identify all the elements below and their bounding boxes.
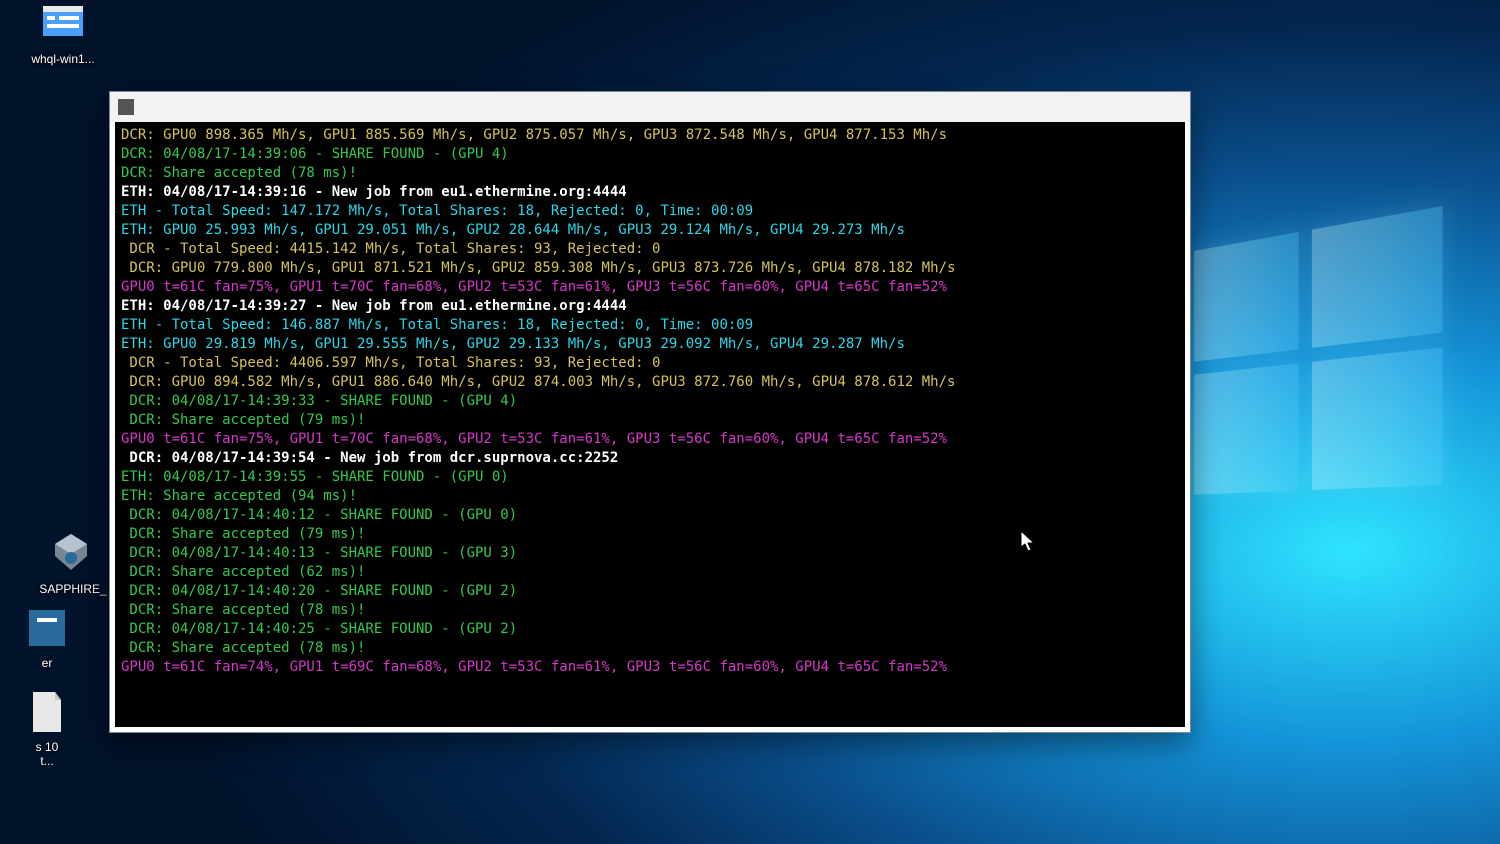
log-line: DCR: 04/08/17-14:40:20 - SHARE FOUND - (…	[121, 582, 1179, 601]
log-line: DCR: Share accepted (78 ms)!	[121, 601, 1179, 620]
log-line: DCR: GPU0 898.365 Mh/s, GPU1 885.569 Mh/…	[121, 126, 1179, 145]
s10-icon	[23, 688, 71, 736]
log-line: DCR: GPU0 894.582 Mh/s, GPU1 886.640 Mh/…	[121, 373, 1179, 392]
desktop-icon-label: SAPPHIRE_	[32, 582, 114, 596]
mouse-cursor-icon	[1020, 530, 1036, 554]
terminal-titlebar[interactable]	[110, 92, 1190, 122]
log-line: GPU0 t=61C fan=74%, GPU1 t=69C fan=68%, …	[121, 658, 1179, 677]
log-line: DCR - Total Speed: 4406.597 Mh/s, Total …	[121, 354, 1179, 373]
terminal-window[interactable]: DCR: GPU0 898.365 Mh/s, GPU1 885.569 Mh/…	[109, 91, 1191, 733]
windows-desktop[interactable]: whql-win1... SAPPHIRE_er s 10 t... DCR: GP…	[0, 0, 1500, 844]
log-line: DCR: 04/08/17-14:40:12 - SHARE FOUND - (…	[121, 506, 1179, 525]
log-line: ETH - Total Speed: 147.172 Mh/s, Total S…	[121, 202, 1179, 221]
log-line: ETH - Total Speed: 146.887 Mh/s, Total S…	[121, 316, 1179, 335]
log-line: DCR: 04/08/17-14:39:54 - New job from dc…	[121, 449, 1179, 468]
terminal-body[interactable]: DCR: GPU0 898.365 Mh/s, GPU1 885.569 Mh/…	[115, 122, 1185, 727]
log-line: ETH: GPU0 25.993 Mh/s, GPU1 29.051 Mh/s,…	[121, 221, 1179, 240]
log-line: DCR: Share accepted (62 ms)!	[121, 563, 1179, 582]
sapphire-icon	[49, 530, 97, 578]
log-line: DCR: Share accepted (79 ms)!	[121, 411, 1179, 430]
desktop-icon-sapphire[interactable]: SAPPHIRE_	[32, 530, 114, 596]
log-line: DCR: 04/08/17-14:39:33 - SHARE FOUND - (…	[121, 392, 1179, 411]
log-line: DCR: GPU0 779.800 Mh/s, GPU1 871.521 Mh/…	[121, 259, 1179, 278]
log-line: GPU0 t=61C fan=75%, GPU1 t=70C fan=68%, …	[121, 278, 1179, 297]
log-line: ETH: Share accepted (94 ms)!	[121, 487, 1179, 506]
log-line: ETH: 04/08/17-14:39:16 - New job from eu…	[121, 183, 1179, 202]
log-line: ETH: 04/08/17-14:39:55 - SHARE FOUND - (…	[121, 468, 1179, 487]
log-line: ETH: 04/08/17-14:39:27 - New job from eu…	[121, 297, 1179, 316]
desktop-icon-label: whql-win1...	[22, 52, 104, 66]
terminal-log: DCR: GPU0 898.365 Mh/s, GPU1 885.569 Mh/…	[121, 126, 1179, 677]
er-icon	[23, 604, 71, 652]
log-line: DCR: 04/08/17-14:40:25 - SHARE FOUND - (…	[121, 620, 1179, 639]
desktop-icon-label: s 10 t...	[6, 740, 88, 768]
log-line: DCR: Share accepted (78 ms)!	[121, 164, 1179, 183]
desktop-icon-s10[interactable]: s 10 t...	[6, 688, 88, 768]
desktop-icon-er[interactable]: er	[6, 604, 88, 670]
wallpaper-windows-logo	[1194, 206, 1442, 495]
desktop-icon-label: er	[6, 656, 88, 670]
log-line: DCR: Share accepted (78 ms)!	[121, 639, 1179, 658]
terminal-app-icon	[118, 99, 134, 115]
whql-win1-icon	[39, 0, 87, 48]
log-line: ETH: GPU0 29.819 Mh/s, GPU1 29.555 Mh/s,…	[121, 335, 1179, 354]
desktop-icon-whql-win1[interactable]: whql-win1...	[22, 0, 104, 66]
log-line: GPU0 t=61C fan=75%, GPU1 t=70C fan=68%, …	[121, 430, 1179, 449]
log-line: DCR - Total Speed: 4415.142 Mh/s, Total …	[121, 240, 1179, 259]
log-line: DCR: 04/08/17-14:39:06 - SHARE FOUND - (…	[121, 145, 1179, 164]
